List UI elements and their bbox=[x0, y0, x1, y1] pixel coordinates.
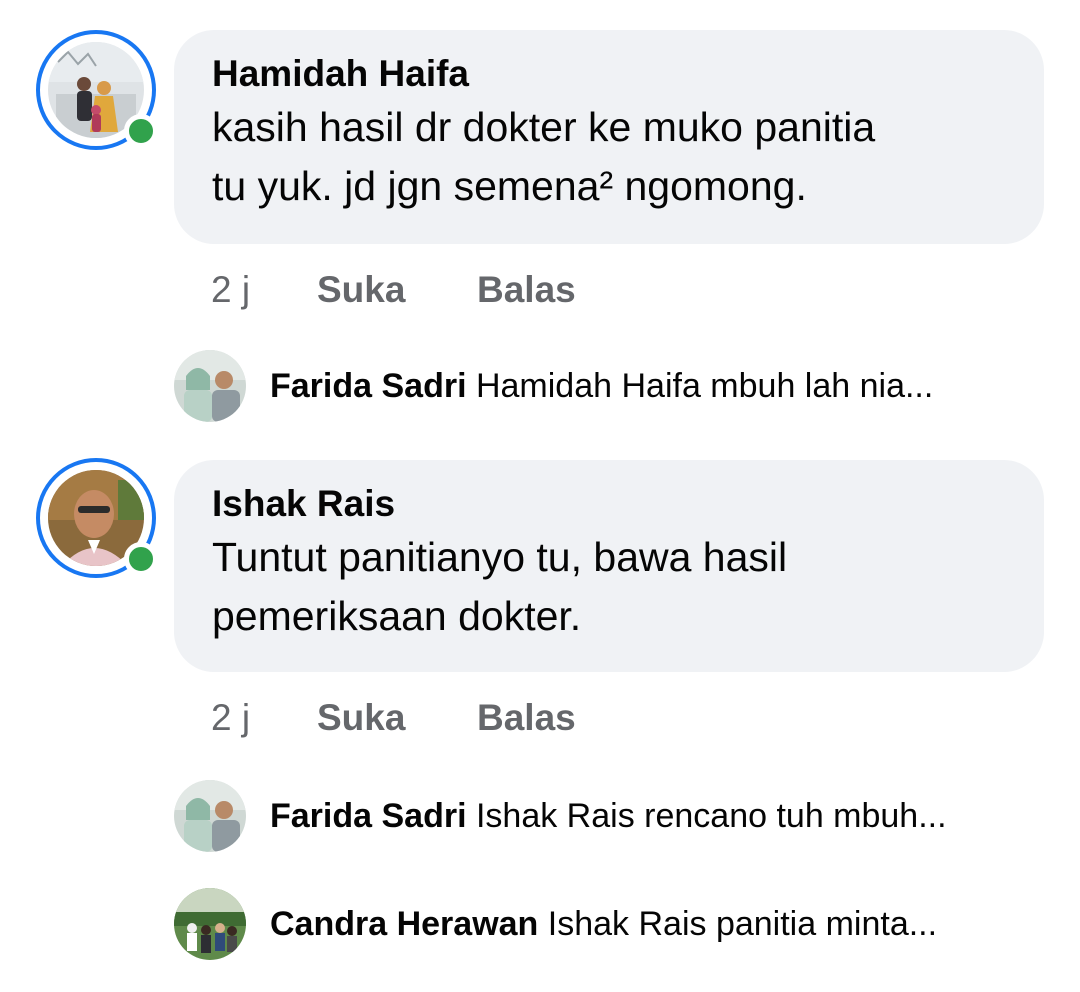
reply-snippet: Hamidah Haifa mbuh lah nia... bbox=[475, 367, 934, 405]
comment-actions: 2 j Suka Balas bbox=[211, 696, 576, 740]
comment-timestamp[interactable]: 2 j bbox=[211, 268, 317, 312]
avatar-ishak-rais[interactable] bbox=[36, 458, 158, 578]
comment-timestamp[interactable]: 2 j bbox=[211, 696, 317, 740]
reply-author[interactable]: Candra Herawan bbox=[270, 905, 538, 943]
reply-snippet: Ishak Rais panitia minta... bbox=[547, 905, 938, 943]
like-button[interactable]: Suka bbox=[317, 268, 477, 312]
reply-author[interactable]: Farida Sadri bbox=[270, 797, 467, 835]
reply-text: Farida Sadri Ishak Rais rencano tuh mbuh… bbox=[270, 794, 947, 838]
reply-author[interactable]: Farida Sadri bbox=[270, 367, 467, 405]
comment-text-line: pemeriksaan dokter. bbox=[212, 593, 582, 639]
comment-actions: 2 j Suka Balas bbox=[211, 268, 576, 312]
comment-text-line: tu yuk. jd jgn semena² ngomong. bbox=[212, 163, 807, 209]
comment-author[interactable]: Ishak Rais bbox=[212, 482, 1008, 526]
reply-preview[interactable]: Farida Sadri Hamidah Haifa mbuh lah nia.… bbox=[174, 350, 1054, 422]
avatar-hamidah-haifa[interactable] bbox=[36, 30, 158, 150]
comment-text-line: kasih hasil dr dokter ke muko panitia bbox=[212, 104, 876, 150]
reply-text: Candra Herawan Ishak Rais panitia minta.… bbox=[270, 902, 937, 946]
reply-preview[interactable]: Candra Herawan Ishak Rais panitia minta.… bbox=[174, 888, 1054, 960]
reply-button[interactable]: Balas bbox=[477, 268, 576, 312]
like-button[interactable]: Suka bbox=[317, 696, 477, 740]
reply-button[interactable]: Balas bbox=[477, 696, 576, 740]
comment-author[interactable]: Hamidah Haifa bbox=[212, 52, 1008, 96]
comment-bubble[interactable]: Hamidah Haifa kasih hasil dr dokter ke m… bbox=[174, 30, 1044, 244]
reply-snippet: Ishak Rais rencano tuh mbuh... bbox=[475, 797, 947, 835]
online-status-dot bbox=[124, 542, 158, 576]
comment-bubble[interactable]: Ishak Rais Tuntut panitianyo tu, bawa ha… bbox=[174, 460, 1044, 672]
avatar-farida-sadri[interactable] bbox=[174, 780, 246, 852]
reply-preview[interactable]: Farida Sadri Ishak Rais rencano tuh mbuh… bbox=[174, 780, 1054, 852]
reply-text: Farida Sadri Hamidah Haifa mbuh lah nia.… bbox=[270, 364, 933, 408]
comment-text-line: Tuntut panitianyo tu, bawa hasil bbox=[212, 534, 788, 580]
avatar-farida-sadri[interactable] bbox=[174, 350, 246, 422]
avatar-candra-herawan[interactable] bbox=[174, 888, 246, 960]
online-status-dot bbox=[124, 114, 158, 148]
